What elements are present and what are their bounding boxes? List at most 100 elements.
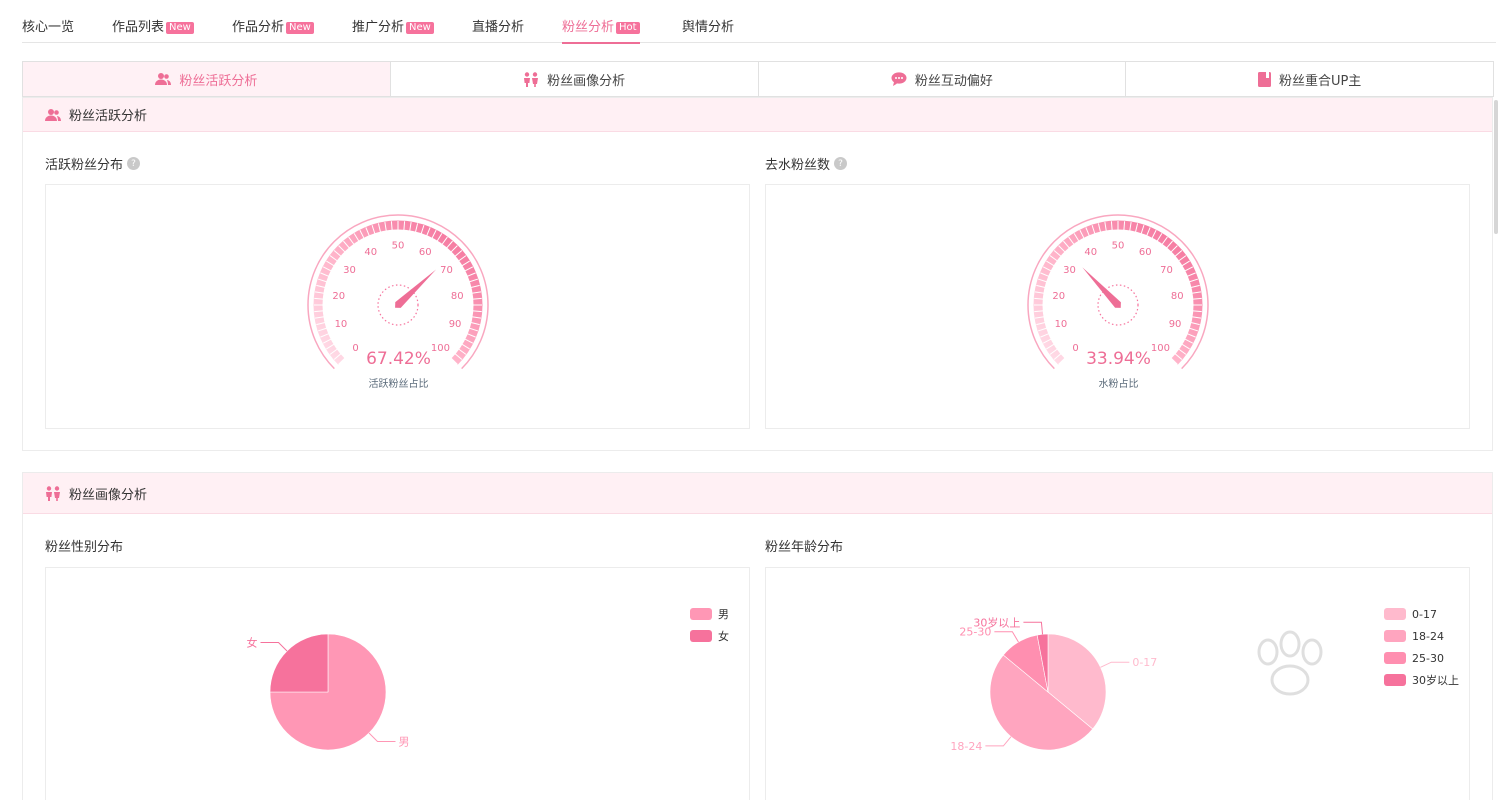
section-title: 粉丝活跃分析 (69, 109, 148, 124)
card-title-text: 粉丝性别分布 (45, 540, 124, 555)
legend-item[interactable]: 25-30 (1384, 647, 1459, 669)
pie-label-leader (985, 736, 1012, 747)
nav-item-fans[interactable]: 粉丝分析 Hot (562, 16, 640, 44)
gauge-tick-label: 60 (1139, 247, 1152, 258)
legend-label: 男 (718, 608, 729, 621)
gauge-tick-label: 90 (449, 319, 462, 330)
subtab-label: 粉丝画像分析 (547, 73, 626, 89)
nav-item-promotion[interactable]: 推广分析 New (352, 16, 434, 35)
legend-label: 0-17 (1412, 607, 1437, 621)
legend-item[interactable]: 0-17 (1384, 603, 1459, 625)
couple-icon (45, 485, 61, 501)
legend-label: 30岁以上 (1412, 674, 1459, 687)
legend-item[interactable]: 18-24 (1384, 625, 1459, 647)
nav-label: 舆情分析 (682, 20, 735, 35)
subtab-interaction[interactable]: 粉丝互动偏好 (759, 62, 1127, 96)
gauge-tick-label: 20 (1052, 291, 1065, 302)
age-title: 粉丝年龄分布 (765, 536, 843, 555)
gauge-value: 33.94% (1086, 349, 1151, 369)
subtab-label: 粉丝活跃分析 (179, 73, 258, 89)
gauge-needle (1082, 267, 1121, 308)
users-icon (155, 72, 172, 86)
water-fans-gauge-card: 0 10 20 30 40 50 60 70 80 90 100 33.94% 水粉占比 (765, 184, 1470, 429)
gauge-tick-label: 20 (332, 291, 345, 302)
nav-item-works-list[interactable]: 作品列表 New (112, 16, 194, 35)
chat-icon (891, 72, 907, 86)
card-title-text: 去水粉丝数 (765, 158, 831, 173)
legend-swatch (1384, 630, 1406, 642)
pie-label-leader (1100, 661, 1130, 668)
gauge-tick-label: 30 (1063, 265, 1076, 276)
top-nav: 核心一览 作品列表 New 作品分析 New 推广分析 New 直播分析 粉丝分析 Ho… (22, 0, 1496, 44)
nav-item-sentiment[interactable]: 舆情分析 (682, 16, 734, 35)
subtab-label: 粉丝重合UP主 (1278, 73, 1362, 89)
section-title: 粉丝画像分析 (69, 487, 148, 503)
gauge-caption: 水粉占比 (1098, 379, 1139, 390)
new-badge: New (406, 22, 434, 34)
gauge-tick-label: 70 (440, 265, 453, 276)
legend-swatch (690, 630, 712, 642)
nav-label: 推广分析 (352, 20, 405, 35)
card-title-text: 活跃粉丝分布 (45, 158, 124, 173)
legend-item[interactable]: 女 (690, 625, 729, 647)
section-fan-activity: 粉丝活跃分析 活跃粉丝分布 ? 0 10 20 30 40 50 60 70 80 90 100 6… (22, 97, 1493, 451)
gauge-tick-label: 80 (1171, 291, 1184, 302)
legend-swatch (1384, 674, 1406, 686)
nav-item-works-analysis[interactable]: 作品分析 New (232, 16, 314, 35)
book-icon (1257, 71, 1271, 87)
nav-label: 核心一览 (22, 20, 75, 35)
water-fans-gauge: 0102030405060708090100 (1027, 214, 1209, 370)
legend-label: 女 (718, 630, 729, 643)
pie-label-leader (260, 642, 288, 652)
help-icon[interactable]: ? (834, 157, 848, 170)
fan-analysis-subtabs: 粉丝活跃分析 粉丝画像分析 粉丝互动偏好 粉丝重合UP主 (22, 61, 1494, 97)
pie-slice-label: 0-17 (1132, 656, 1157, 669)
gauge-tick-label: 60 (419, 247, 432, 258)
gauge-tick-label: 90 (1169, 319, 1182, 330)
legend-label: 25-30 (1412, 651, 1444, 665)
section-header: 粉丝画像分析 (23, 473, 1492, 514)
water-fans-title: 去水粉丝数 ? (765, 154, 848, 173)
help-icon[interactable]: ? (127, 157, 141, 170)
pie-label-leader (368, 732, 396, 742)
card-title-text: 粉丝年龄分布 (765, 540, 844, 555)
new-badge: New (166, 22, 194, 34)
couple-icon (523, 71, 539, 87)
nav-label: 粉丝分析 (562, 20, 615, 35)
gauge-caption: 活跃粉丝占比 (368, 379, 429, 390)
nav-item-overview[interactable]: 核心一览 (22, 16, 74, 35)
nav-label: 作品分析 (232, 20, 285, 35)
active-fans-gauge: 0102030405060708090100 (307, 214, 489, 370)
legend-item[interactable]: 30岁以上 (1384, 669, 1459, 691)
gender-title: 粉丝性别分布 (45, 536, 123, 555)
active-fans-title: 活跃粉丝分布 ? (45, 154, 141, 173)
pie-label-leader (1023, 621, 1044, 635)
gauge-tick-label: 70 (1160, 265, 1173, 276)
subtab-label: 粉丝互动偏好 (914, 73, 993, 89)
subtab-overlap-up[interactable]: 粉丝重合UP主 (1126, 62, 1493, 96)
users-icon (45, 108, 61, 122)
section-fan-profile: 粉丝画像分析 粉丝性别分布 男女 男女 粉丝年龄分布 0-17 18-24 25-3… (22, 472, 1493, 800)
subtab-activity[interactable]: 粉丝活跃分析 (23, 62, 391, 96)
gauge-tick-label: 40 (1084, 247, 1097, 258)
active-fans-gauge-card: 0 10 20 30 40 50 60 70 80 90 100 67.42% 活跃粉丝占比 (45, 184, 750, 429)
gauge-value: 67.42% (366, 349, 431, 369)
nav-item-live[interactable]: 直播分析 (472, 16, 524, 35)
nav-label: 直播分析 (472, 20, 525, 35)
pie-slice-label: 30岁以上 (973, 615, 1020, 629)
legend-swatch (1384, 608, 1406, 620)
gauge-tick-label: 80 (451, 291, 464, 302)
scrollbar-thumb[interactable] (1494, 100, 1498, 234)
age-legend: 0-17 18-24 25-30 30岁以上 (1384, 603, 1459, 691)
gender-legend: 男女 (690, 603, 729, 647)
legend-item[interactable]: 男 (690, 603, 729, 625)
pie-slice-label: 男 (398, 735, 409, 748)
gender-pie-chart: 男女 (247, 633, 409, 751)
gauge-tick-label: 10 (1055, 319, 1068, 330)
age-pie-card: 0-17 18-24 25-30 30岁以上 0-17 18-24 25-30 30岁以上 (765, 567, 1470, 800)
new-badge: New (286, 22, 314, 34)
subtab-profile[interactable]: 粉丝画像分析 (391, 62, 759, 96)
gauge-tick-label: 50 (1112, 241, 1125, 252)
gauge-tick-label: 40 (364, 247, 377, 258)
hot-badge: Hot (616, 22, 640, 34)
